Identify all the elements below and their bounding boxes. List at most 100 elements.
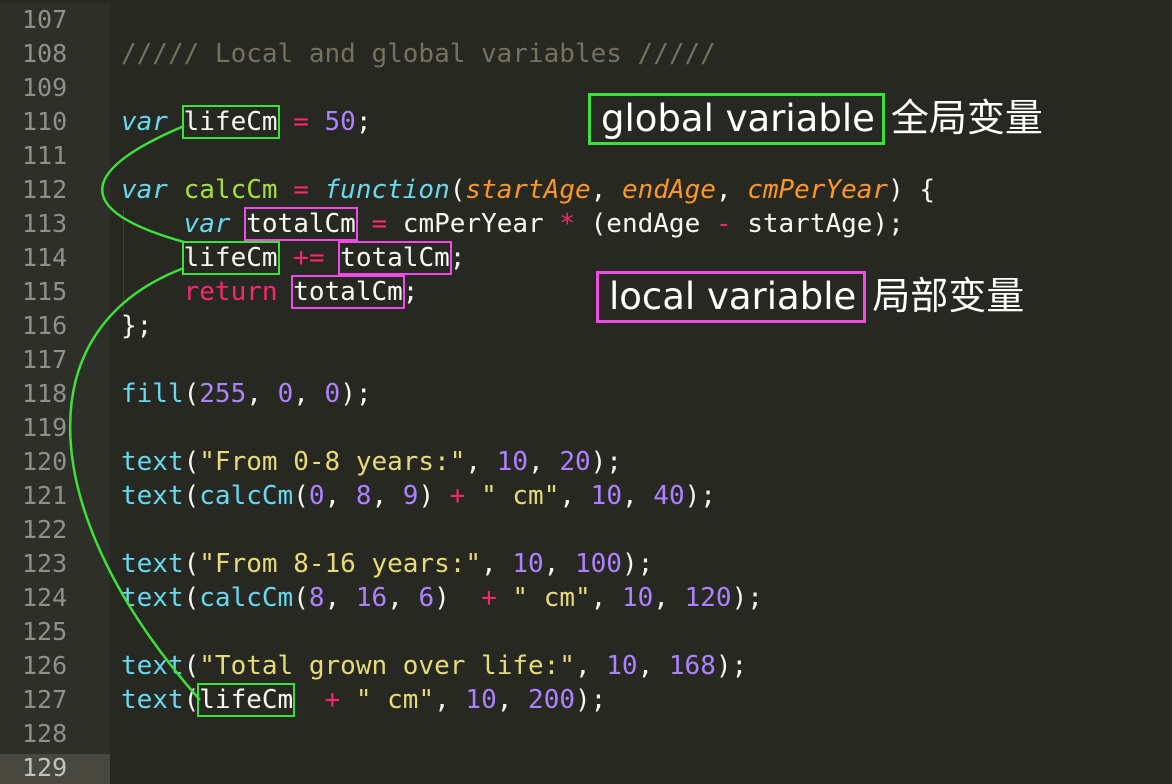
operator: + — [481, 583, 497, 613]
punctuation: , — [528, 447, 560, 477]
punctuation: , — [246, 379, 278, 409]
function-call: text — [121, 549, 184, 579]
punctuation: ; — [355, 107, 372, 137]
string-literal: " cm" — [355, 685, 435, 715]
line-number-125: 125 — [22, 617, 68, 646]
punctuation: ); — [590, 447, 622, 477]
string-literal: " cm" — [481, 481, 560, 511]
local-variable-declaration: totalCm — [244, 207, 358, 241]
number-literal: 10 — [465, 685, 497, 715]
punctuation: , — [590, 583, 622, 613]
code-line-118[interactable]: fill(255, 0, 0); — [121, 377, 372, 411]
line-number-126: 126 — [22, 651, 68, 680]
operator: + — [449, 481, 466, 511]
string-literal: "Total grown over life:" — [199, 651, 575, 681]
line-number-118: 118 — [22, 379, 68, 408]
punctuation: ) — [418, 481, 450, 511]
number-literal: 16 — [355, 583, 388, 613]
punctuation: ); — [621, 549, 654, 579]
code-line-127[interactable]: text(lifeCm + " cm", 10, 200); — [121, 683, 606, 717]
punctuation: ; — [402, 277, 419, 307]
number-literal: 8 — [308, 583, 325, 613]
line-number-122: 122 — [22, 515, 68, 544]
code-line-108[interactable]: ///// Local and global variables ///// — [121, 37, 716, 71]
line-number-120: 120 — [22, 447, 68, 476]
global-variable-reference: lifeCm — [197, 683, 296, 717]
punctuation: ); — [715, 651, 748, 681]
line-number-115: 115 — [22, 277, 68, 306]
line-number-121: 121 — [22, 481, 68, 510]
punctuation: ( — [183, 549, 200, 579]
punctuation: ( — [449, 175, 466, 205]
punctuation: , — [293, 379, 325, 409]
code-line-114[interactable]: lifeCm += totalCm; — [121, 241, 465, 275]
punctuation: ( — [183, 583, 200, 613]
local-variable-reference: totalCm — [338, 241, 452, 275]
number-literal: 10 — [606, 651, 638, 681]
punctuation: ( — [183, 481, 200, 511]
global-variable-annotation: global variable 全局变量 — [588, 93, 1043, 145]
line-number-129: 129 — [22, 753, 68, 782]
number-literal: 0 — [277, 379, 294, 409]
code-line-124[interactable]: text(calcCm(8, 16, 6) + " cm", 10, 120); — [121, 581, 763, 615]
global-variable-declaration: lifeCm — [181, 105, 280, 139]
line-number-gutter: 107 108 109 110 111 112 113 114 115 116 117 118 119 1… — [0, 3, 110, 784]
number-literal: 40 — [653, 481, 685, 511]
number-literal: 10 — [496, 447, 529, 477]
operator: = — [355, 209, 403, 239]
punctuation: ( — [183, 651, 200, 681]
punctuation: , — [637, 651, 669, 681]
number-literal: 10 — [590, 481, 622, 511]
number-literal: 200 — [528, 685, 576, 715]
punctuation: ( — [183, 685, 200, 715]
code-line-121[interactable]: text(calcCm(0, 8, 9) + " cm", 10, 40); — [121, 479, 716, 513]
punctuation: , — [465, 447, 497, 477]
punctuation: , — [496, 685, 529, 715]
comment: ///// Local and global variables ///// — [121, 39, 716, 69]
function-call: calcCm — [199, 583, 294, 613]
function-call: text — [121, 685, 184, 715]
number-literal: 9 — [402, 481, 419, 511]
code-line-123[interactable]: text("From 8-16 years:", 10, 100); — [121, 547, 653, 581]
punctuation: , — [559, 481, 591, 511]
operator: - — [715, 209, 732, 239]
punctuation: , — [434, 685, 466, 715]
code-line-120[interactable]: text("From 0-8 years:", 10, 20); — [121, 445, 622, 479]
code-line-126[interactable]: text("Total grown over life:", 10, 168); — [121, 649, 747, 683]
keyword-var: var — [121, 107, 168, 137]
number-literal: 120 — [684, 583, 732, 613]
function-call: calcCm — [199, 481, 294, 511]
code-line-116[interactable]: }; — [121, 309, 152, 343]
code-line-112[interactable]: var calcCm = function(startAge, endAge, … — [121, 173, 935, 207]
line-number-117: 117 — [22, 345, 68, 374]
punctuation: ); — [684, 481, 716, 511]
number-literal: 100 — [574, 549, 622, 579]
line-number-112: 112 — [22, 175, 68, 204]
code-editor[interactable]: 107 108 109 110 111 112 113 114 115 116 117 118 119 1… — [0, 0, 1172, 784]
punctuation: , — [653, 583, 685, 613]
punctuation: , — [715, 175, 748, 205]
line-number-123: 123 — [22, 549, 68, 578]
punctuation: ; — [449, 243, 466, 273]
line-number-109: 109 — [22, 73, 68, 102]
identifier: (endAge — [575, 209, 716, 239]
punctuation: }; — [121, 311, 153, 341]
number-literal: 0 — [324, 379, 341, 409]
keyword-return: return — [183, 277, 278, 307]
code-line-115[interactable]: return totalCm; — [121, 275, 418, 309]
number-literal: 10 — [512, 549, 544, 579]
keyword-var: var — [183, 209, 231, 239]
line-number-124: 124 — [22, 583, 68, 612]
number-literal: 255 — [199, 379, 247, 409]
line-number-128: 128 — [22, 719, 68, 748]
punctuation: ( — [293, 583, 309, 613]
punctuation: , — [590, 175, 622, 205]
punctuation: ); — [340, 379, 372, 409]
identifier: cmPerYear — [402, 209, 560, 239]
code-line-113[interactable]: var totalCm = cmPerYear * (endAge - star… — [121, 207, 904, 241]
code-line-110[interactable]: var lifeCm = 50; — [121, 105, 371, 139]
punctuation: ( — [183, 379, 200, 409]
number-literal: 20 — [559, 447, 591, 477]
